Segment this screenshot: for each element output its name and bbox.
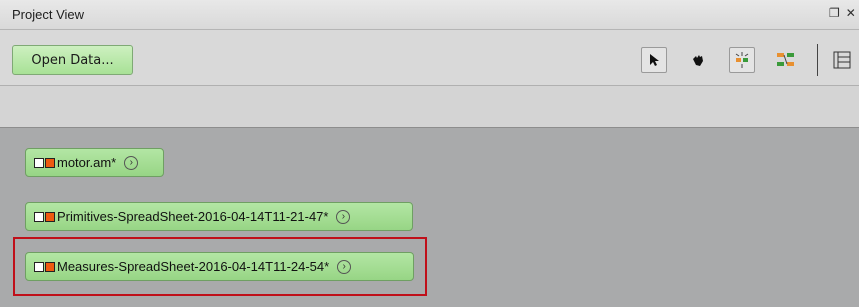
auto-connect-icon[interactable] [729, 47, 755, 73]
node-expand-icon[interactable]: › [336, 209, 351, 224]
node-expand-icon[interactable]: › [124, 155, 139, 170]
open-data-button[interactable]: Open Data... [12, 45, 133, 75]
data-node-primitives-spreadsheet[interactable]: Primitives-SpreadSheet-2016-04-14T11-21-… [25, 202, 413, 231]
layout-icon[interactable] [829, 47, 855, 73]
node-viewer-toggle-icon[interactable] [34, 157, 44, 168]
close-icon[interactable]: ✕ [846, 6, 856, 20]
node-label: motor.am* [57, 155, 117, 170]
tree-view-icon[interactable] [773, 47, 799, 73]
selection-highlight [13, 237, 427, 296]
node-status-icon[interactable] [45, 157, 55, 168]
panel-window-controls: ❐ ✕ [823, 6, 859, 24]
pointer-tool-icon[interactable] [641, 47, 667, 73]
hand-tool-icon[interactable] [685, 47, 711, 73]
restore-icon[interactable]: ❐ [829, 6, 840, 20]
panel-titlebar: Project View ❐ ✕ [0, 0, 859, 30]
node-label: Primitives-SpreadSheet-2016-04-14T11-21-… [57, 209, 329, 224]
node-viewer-toggle-icon[interactable] [34, 211, 44, 222]
data-node-motor[interactable]: motor.am* › [25, 148, 164, 177]
toolbar-separator [817, 44, 818, 76]
node-status-icon[interactable] [45, 211, 55, 222]
project-toolbar: Open Data... [0, 30, 859, 86]
filter-strip [0, 86, 859, 128]
panel-title: Project View [12, 7, 85, 22]
